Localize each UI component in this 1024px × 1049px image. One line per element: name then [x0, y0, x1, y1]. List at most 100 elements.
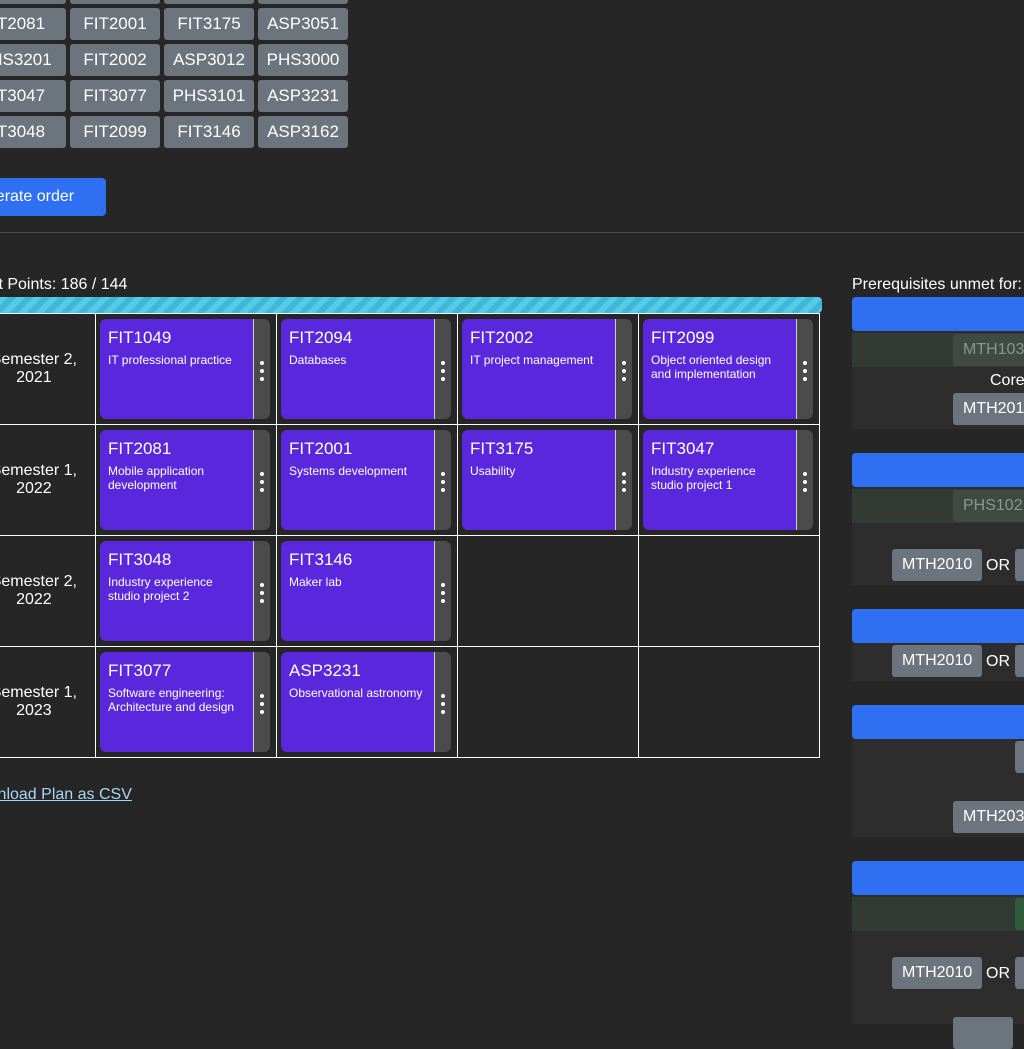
plan-slot[interactable]: FIT2094 Databases: [276, 313, 458, 425]
plan-slot[interactable]: [638, 646, 820, 758]
more-options-icon[interactable]: [434, 652, 451, 752]
unit-card-body[interactable]: FIT3077 Software engineering: Architectur…: [100, 652, 253, 752]
unit-card[interactable]: FIT3146 Maker lab: [281, 541, 451, 641]
unit-chip[interactable]: T2081: [0, 8, 66, 40]
unit-chip[interactable]: T3047: [0, 80, 66, 112]
unit-card-body[interactable]: FIT2081 Mobile application development: [100, 430, 253, 530]
plan-slot[interactable]: [638, 535, 820, 647]
more-options-icon[interactable]: [434, 541, 451, 641]
plan-slot[interactable]: FIT3146 Maker lab: [276, 535, 458, 647]
unit-card[interactable]: FIT2002 IT project management: [462, 319, 632, 419]
plan-slot[interactable]: FIT3048 Industry experience studio projec…: [95, 535, 277, 647]
unit-chip[interactable]: PHS3000: [258, 44, 348, 76]
unit-card-body[interactable]: FIT3047 Industry experience studio projec…: [643, 430, 796, 530]
unit-chip[interactable]: FIT2001: [70, 8, 160, 40]
unit-chip[interactable]: FIT2099: [70, 116, 160, 148]
unit-name: IT professional practice: [108, 353, 232, 367]
unit-chip[interactable]: FIT3077: [70, 80, 160, 112]
prereq-chip[interactable]: PHS102: [953, 490, 1024, 522]
more-options-icon[interactable]: [615, 319, 632, 419]
unit-chip[interactable]: [258, 0, 348, 4]
plan-slot[interactable]: FIT3077 Software engineering: Architectur…: [95, 646, 277, 758]
unit-chip[interactable]: T3048: [0, 116, 66, 148]
unit-chip[interactable]: [0, 0, 66, 4]
unit-chip[interactable]: ASP3162: [258, 116, 348, 148]
prereq-card-header[interactable]: [852, 453, 1024, 487]
unit-card[interactable]: FIT1049 IT professional practice: [100, 319, 270, 419]
prereq-chip[interactable]: MTH2010: [892, 957, 983, 989]
plan-slot[interactable]: FIT1049 IT professional practice: [95, 313, 277, 425]
unit-name: Industry experience studio project 1: [651, 464, 756, 492]
more-options-icon[interactable]: [253, 430, 270, 530]
unit-chip[interactable]: FIT2002: [70, 44, 160, 76]
unit-chip[interactable]: [70, 0, 160, 4]
prereq-chip[interactable]: MTH203: [953, 801, 1024, 833]
unit-card[interactable]: FIT3077 Software engineering: Architectur…: [100, 652, 270, 752]
unit-card-body[interactable]: FIT3175 Usability: [462, 430, 615, 530]
generate-order-button[interactable]: enerate order: [0, 178, 106, 216]
semester-label: Semester 1,2022: [0, 462, 77, 498]
unit-code: FIT1049: [108, 328, 172, 347]
unit-card-body[interactable]: FIT2099 Object oriented design and implem…: [643, 319, 796, 419]
prereq-chip[interactable]: [1015, 898, 1024, 930]
prereq-chip[interactable]: [1015, 957, 1024, 989]
prereq-chip[interactable]: MTH2010: [892, 549, 983, 581]
more-options-icon[interactable]: [434, 319, 451, 419]
prereq-card-header[interactable]: [852, 705, 1024, 739]
prereq-card-header[interactable]: [852, 297, 1024, 331]
unit-card-body[interactable]: ASP3231 Observational astronomy: [281, 652, 434, 752]
unit-card[interactable]: ASP3231 Observational astronomy: [281, 652, 451, 752]
plan-slot[interactable]: [457, 646, 639, 758]
more-options-icon[interactable]: [253, 541, 270, 641]
unit-card[interactable]: FIT2099 Object oriented design and implem…: [643, 319, 813, 419]
more-options-icon[interactable]: [615, 430, 632, 530]
unit-card[interactable]: FIT2094 Databases: [281, 319, 451, 419]
unit-card[interactable]: FIT3047 Industry experience studio projec…: [643, 430, 813, 530]
unit-pool: T2081 FIT2001 FIT3175 ASP3051 HS3201 FIT…: [0, 0, 348, 148]
prereq-card: MTH103 Core MTH201: [852, 297, 1024, 429]
unit-card-body[interactable]: FIT3048 Industry experience studio projec…: [100, 541, 253, 641]
plan-slot[interactable]: FIT2099 Object oriented design and implem…: [638, 313, 820, 425]
prereq-chip[interactable]: [1015, 645, 1024, 677]
unit-card[interactable]: FIT3175 Usability: [462, 430, 632, 530]
unit-card[interactable]: FIT3048 Industry experience studio projec…: [100, 541, 270, 641]
unit-card-body[interactable]: FIT2094 Databases: [281, 319, 434, 419]
prereq-card-header[interactable]: [852, 861, 1024, 895]
plan-row: Semester 1,2022 FIT2081 Mobile application…: [0, 424, 820, 536]
unit-card-body[interactable]: FIT3146 Maker lab: [281, 541, 434, 641]
plan-slot[interactable]: FIT2002 IT project management: [457, 313, 639, 425]
plan-slot[interactable]: FIT3047 Industry experience studio projec…: [638, 424, 820, 536]
prereq-chip[interactable]: MTH103: [953, 334, 1024, 366]
unit-chip[interactable]: [164, 0, 254, 4]
unit-chip[interactable]: ASP3012: [164, 44, 254, 76]
plan-slot[interactable]: FIT2081 Mobile application development: [95, 424, 277, 536]
more-options-icon[interactable]: [253, 652, 270, 752]
prereq-chip[interactable]: [953, 1017, 1013, 1049]
plan-slot[interactable]: FIT3175 Usability: [457, 424, 639, 536]
unit-chip[interactable]: ASP3051: [258, 8, 348, 40]
more-options-icon[interactable]: [434, 430, 451, 530]
prereq-chip[interactable]: MTH201: [953, 393, 1024, 425]
unit-card[interactable]: FIT2001 Systems development: [281, 430, 451, 530]
unit-card-body[interactable]: FIT2002 IT project management: [462, 319, 615, 419]
prereq-chip[interactable]: MTH2010: [892, 645, 983, 677]
prereq-chip[interactable]: [1015, 549, 1024, 581]
unit-chip[interactable]: PHS3101: [164, 80, 254, 112]
unit-chip[interactable]: FIT3146: [164, 116, 254, 148]
prereq-chip[interactable]: [1015, 741, 1024, 773]
more-options-icon[interactable]: [253, 319, 270, 419]
unit-chip[interactable]: ASP3231: [258, 80, 348, 112]
prereq-band: MTH103: [852, 333, 1024, 367]
plan-slot[interactable]: [457, 535, 639, 647]
plan-slot[interactable]: FIT2001 Systems development: [276, 424, 458, 536]
unit-card[interactable]: FIT2081 Mobile application development: [100, 430, 270, 530]
unit-chip[interactable]: HS3201: [0, 44, 66, 76]
unit-card-body[interactable]: FIT1049 IT professional practice: [100, 319, 253, 419]
more-options-icon[interactable]: [796, 319, 813, 419]
unit-card-body[interactable]: FIT2001 Systems development: [281, 430, 434, 530]
unit-chip[interactable]: FIT3175: [164, 8, 254, 40]
prereq-card-header[interactable]: [852, 609, 1024, 643]
plan-slot[interactable]: ASP3231 Observational astronomy: [276, 646, 458, 758]
more-options-icon[interactable]: [796, 430, 813, 530]
download-csv-link[interactable]: wnload Plan as CSV: [0, 786, 132, 804]
